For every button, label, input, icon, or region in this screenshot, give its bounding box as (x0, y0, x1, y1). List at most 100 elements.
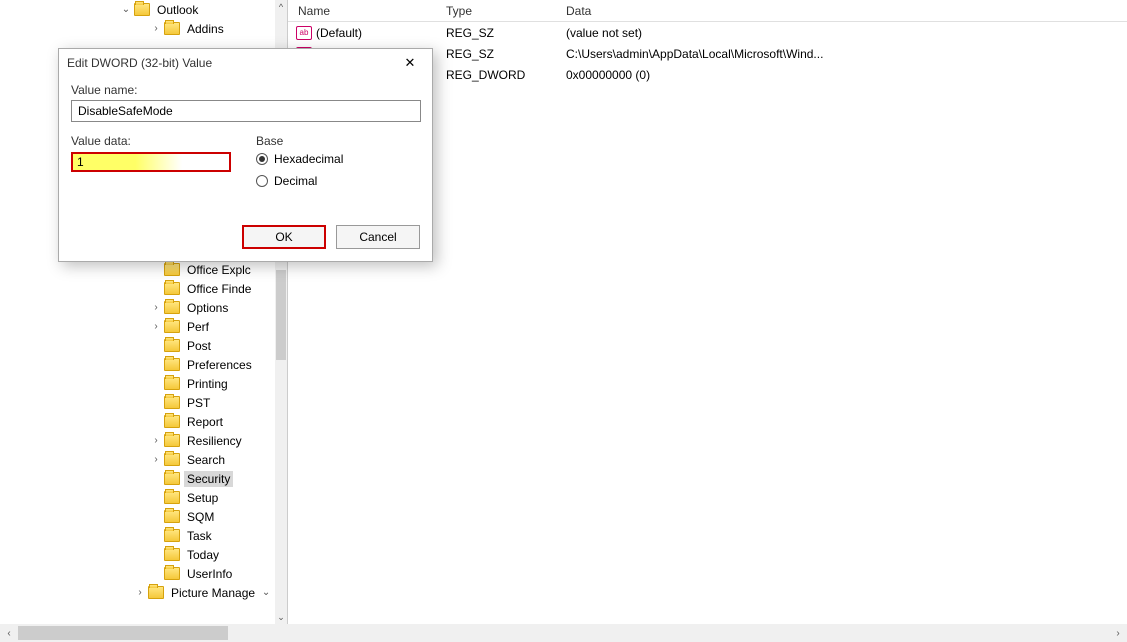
tree-item-addins[interactable]: › Addins (0, 19, 275, 38)
dialog-titlebar[interactable]: Edit DWORD (32-bit) Value ✕ (59, 49, 432, 77)
tree-label: SQM (184, 509, 217, 525)
tree-expander-blank (150, 378, 162, 390)
chevron-right-icon[interactable]: › (150, 454, 162, 466)
edit-dword-dialog: Edit DWORD (32-bit) Value ✕ Value name: … (58, 48, 433, 262)
folder-icon (164, 339, 180, 352)
tree-item-outlook[interactable]: ⌄ Outlook (0, 0, 275, 19)
tree-item-perf[interactable]: ›Perf (0, 317, 275, 336)
tree-label: Task (184, 528, 215, 544)
tree-item-post[interactable]: Post (0, 336, 275, 355)
tree-item-pst[interactable]: PST (0, 393, 275, 412)
folder-icon (164, 472, 180, 485)
folder-icon (164, 529, 180, 542)
tree-expander-blank (150, 492, 162, 504)
tree-label: Office Finde (184, 281, 254, 297)
folder-icon (164, 415, 180, 428)
tree-expander-blank (150, 397, 162, 409)
column-header-type[interactable]: Type (446, 4, 566, 18)
tree-expander-blank (150, 283, 162, 295)
tree-item-search[interactable]: › Search (0, 450, 275, 469)
tree-label: PST (184, 395, 213, 411)
tree-item-sqm[interactable]: SQM (0, 507, 275, 526)
folder-icon (164, 491, 180, 504)
dialog-body: Value name: Value data: Base Hexadecimal… (59, 77, 432, 192)
scrollbar-thumb[interactable] (276, 270, 286, 360)
radio-decimal[interactable]: Decimal (256, 170, 420, 192)
value-data-input[interactable] (71, 152, 231, 172)
tree-item-userinfo[interactable]: UserInfo (0, 564, 275, 583)
value-name-label: Value name: (71, 83, 420, 97)
tree-item-preferences[interactable]: Preferences (0, 355, 275, 374)
tree-item-task[interactable]: Task (0, 526, 275, 545)
tree-item-setup[interactable]: Setup (0, 488, 275, 507)
chevron-down-icon[interactable]: ⌄ (260, 587, 272, 599)
chevron-right-icon[interactable]: › (150, 23, 162, 35)
cell-type: REG_DWORD (446, 68, 566, 82)
radio-icon (256, 175, 268, 187)
chevron-right-icon[interactable]: › (150, 435, 162, 447)
radio-label: Decimal (274, 174, 317, 188)
scroll-up-icon[interactable]: ^ (275, 0, 287, 14)
scroll-right-icon[interactable]: › (1109, 624, 1127, 642)
folder-icon (164, 548, 180, 561)
horizontal-scrollbar[interactable]: ‹ › (0, 624, 1127, 642)
cell-name: (Default) (316, 26, 446, 40)
folder-icon (164, 320, 180, 333)
value-name-input[interactable] (71, 100, 421, 122)
tree-expander-blank (150, 511, 162, 523)
tree-label: Options (184, 300, 231, 316)
tree-label: Today (184, 547, 222, 563)
tree-item-resiliency[interactable]: ›Resiliency (0, 431, 275, 450)
list-row[interactable]: ab(Default)REG_SZ(value not set) (288, 22, 1127, 43)
radio-icon (256, 153, 268, 165)
folder-icon (164, 396, 180, 409)
folder-icon (164, 567, 180, 580)
tree-label: Preferences (184, 357, 255, 373)
ok-button[interactable]: OK (242, 225, 326, 249)
folder-icon (134, 3, 150, 16)
tree-item-printing[interactable]: Printing (0, 374, 275, 393)
folder-icon (164, 263, 180, 276)
tree-label: UserInfo (184, 566, 235, 582)
chevron-right-icon[interactable]: › (150, 321, 162, 333)
tree-item-today[interactable]: Today (0, 545, 275, 564)
scroll-left-icon[interactable]: ‹ (0, 624, 18, 642)
cancel-button[interactable]: Cancel (336, 225, 420, 249)
column-header-name[interactable]: Name (288, 4, 446, 18)
list-header: Name Type Data (288, 0, 1127, 22)
dialog-title: Edit DWORD (32-bit) Value (67, 56, 396, 70)
tree-expander-blank (150, 568, 162, 580)
tree-expander-blank (150, 416, 162, 428)
tree-label: Outlook (154, 2, 201, 18)
tree-item-office-finde[interactable]: Office Finde (0, 279, 275, 298)
chevron-down-icon[interactable]: ⌄ (120, 4, 132, 16)
tree-expander-blank (150, 473, 162, 485)
tree-item-report[interactable]: Report (0, 412, 275, 431)
scroll-down-icon[interactable]: ⌄ (275, 610, 287, 624)
tree-label: Setup (184, 490, 221, 506)
chevron-right-icon[interactable]: › (150, 302, 162, 314)
tree-label-selected: Security (184, 471, 233, 487)
tree-label: Post (184, 338, 214, 354)
tree-label: Search (184, 452, 228, 468)
radio-hexadecimal[interactable]: Hexadecimal (256, 148, 420, 170)
tree-expander-blank (150, 359, 162, 371)
folder-icon (164, 301, 180, 314)
dialog-button-row: OK Cancel (242, 225, 420, 249)
column-header-data[interactable]: Data (566, 4, 1127, 18)
tree-item-options[interactable]: › Options (0, 298, 275, 317)
scrollbar-thumb[interactable] (18, 626, 228, 640)
tree-item-picture-manager[interactable]: › Picture Manage ⌄ (0, 583, 275, 602)
scrollbar-track[interactable] (18, 624, 1109, 642)
tree-expander-blank (150, 340, 162, 352)
cell-type: REG_SZ (446, 26, 566, 40)
tree-item-office-explc[interactable]: Office Explc (0, 260, 275, 279)
cell-data: (value not set) (566, 26, 1127, 40)
radio-label: Hexadecimal (274, 152, 343, 166)
value-data-label: Value data: (71, 134, 256, 148)
chevron-right-icon[interactable]: › (134, 587, 146, 599)
tree-item-security[interactable]: Security (0, 469, 275, 488)
tree-label: Addins (184, 21, 227, 37)
cell-type: REG_SZ (446, 47, 566, 61)
close-button[interactable]: ✕ (396, 53, 424, 73)
